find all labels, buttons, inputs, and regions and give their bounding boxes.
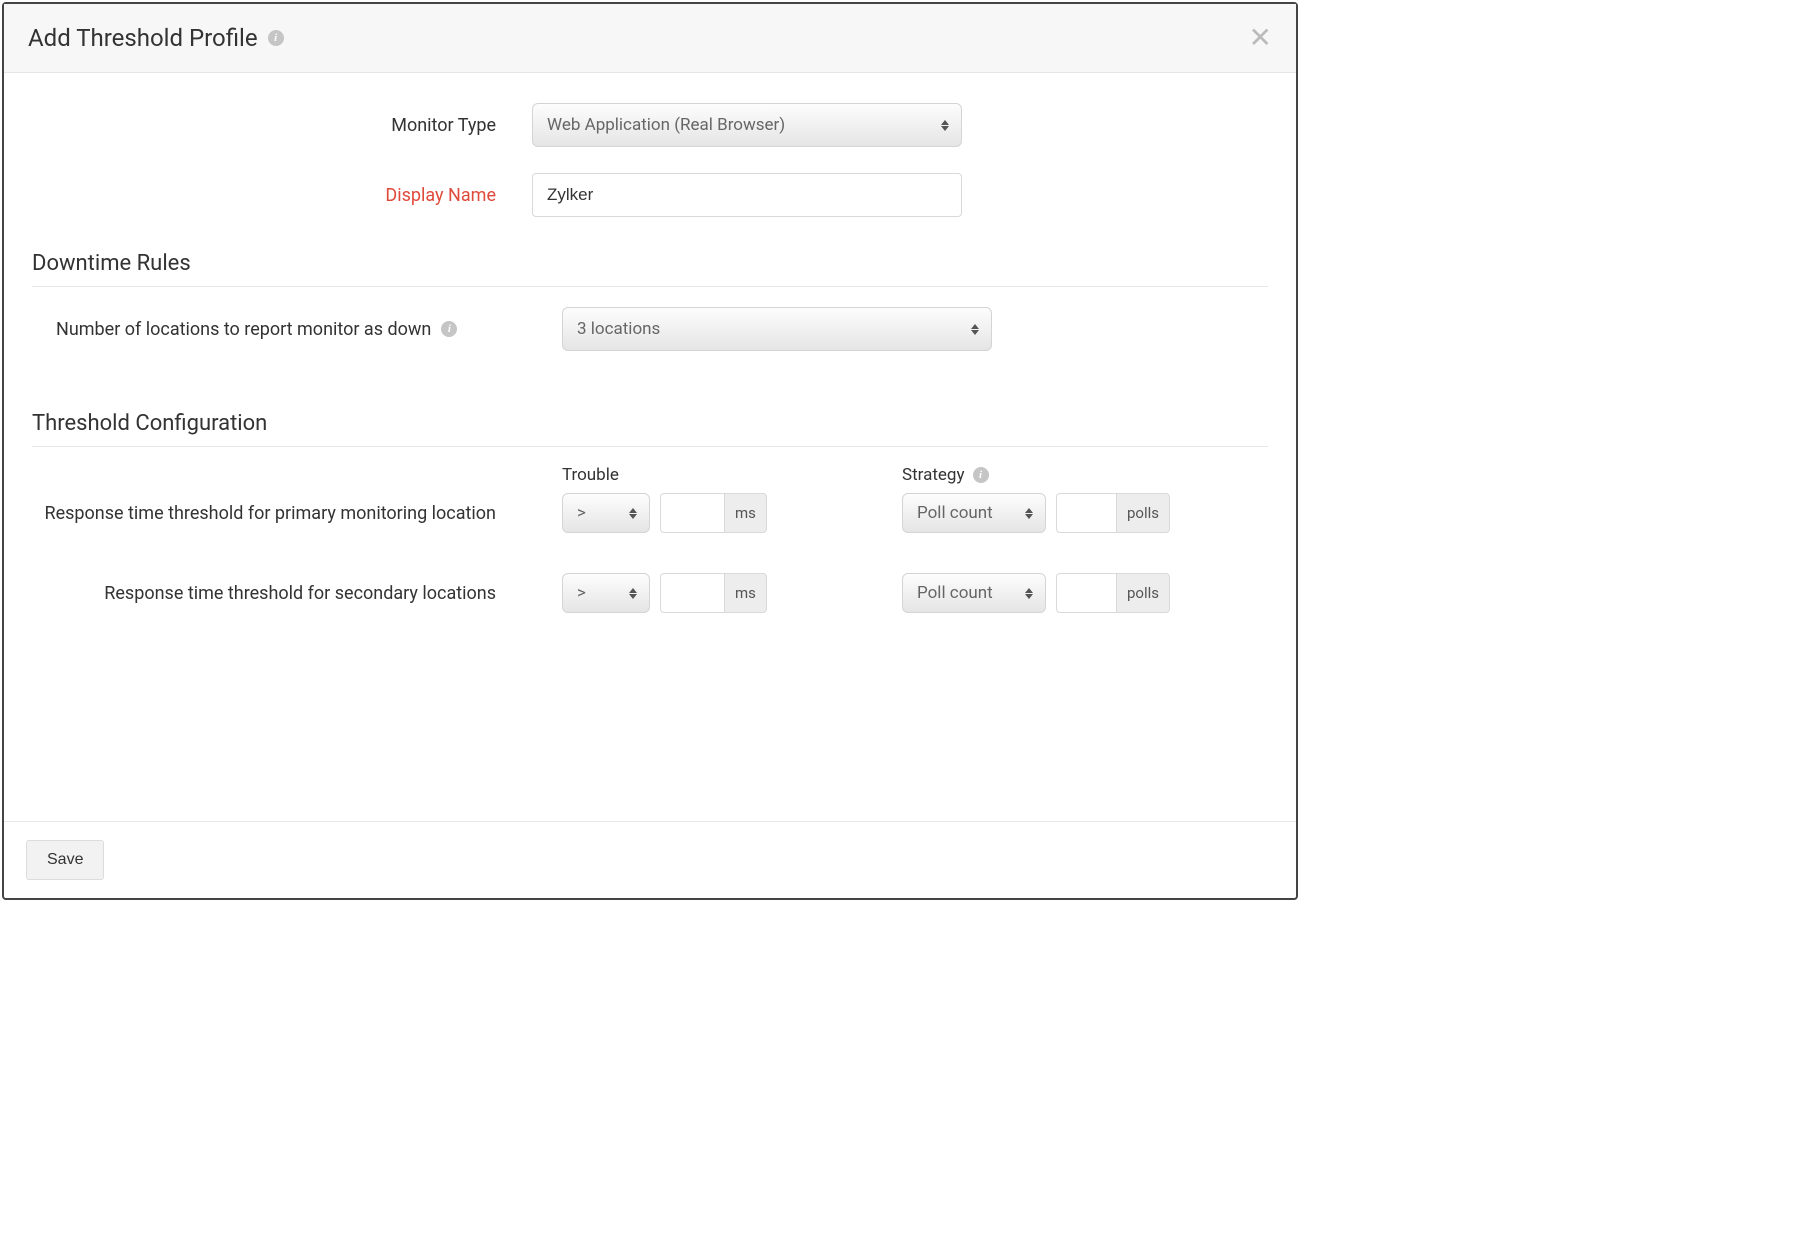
primary-threshold-row: Response time threshold for primary moni… <box>32 493 1268 533</box>
primary-ms-combo: ms <box>660 493 767 533</box>
locations-select[interactable]: 3 locations <box>562 307 992 351</box>
secondary-threshold-row: Response time threshold for secondary lo… <box>32 573 1268 613</box>
threshold-config-heading: Threshold Configuration <box>32 411 1268 447</box>
secondary-operator-value: > <box>577 583 586 603</box>
modal-header: Add Threshold Profile i ✕ <box>4 4 1296 73</box>
polls-unit: polls <box>1116 493 1170 533</box>
chevron-updown-icon <box>971 324 979 335</box>
secondary-ms-input[interactable] <box>660 573 724 613</box>
secondary-threshold-label: Response time threshold for secondary lo… <box>32 573 532 607</box>
chevron-updown-icon <box>1025 508 1033 519</box>
primary-polls-combo: polls <box>1056 493 1170 533</box>
monitor-type-label: Monitor Type <box>32 115 532 136</box>
ms-unit: ms <box>724 573 767 613</box>
polls-unit: polls <box>1116 573 1170 613</box>
display-name-row: Display Name <box>32 173 1268 217</box>
monitor-type-control: Web Application (Real Browser) <box>532 103 1268 147</box>
title-text: Add Threshold Profile <box>28 24 258 52</box>
info-icon[interactable]: i <box>268 30 284 46</box>
modal-footer: Save <box>4 821 1296 898</box>
chevron-updown-icon <box>629 588 637 599</box>
primary-operator-value: > <box>577 503 586 523</box>
trouble-column-header: Trouble <box>562 465 902 485</box>
spacer <box>32 465 562 485</box>
secondary-trouble-group: > ms <box>562 573 902 613</box>
add-threshold-modal: Add Threshold Profile i ✕ Monitor Type W… <box>2 2 1298 900</box>
chevron-updown-icon <box>941 120 949 131</box>
monitor-type-value: Web Application (Real Browser) <box>547 115 785 135</box>
locations-value: 3 locations <box>577 319 660 339</box>
secondary-operator-select[interactable]: > <box>562 573 650 613</box>
strategy-column-header: Strategy i <box>902 465 989 485</box>
save-button[interactable]: Save <box>26 840 104 880</box>
strategy-header-text: Strategy <box>902 465 965 485</box>
primary-trouble-group: > ms <box>562 493 902 533</box>
secondary-strategy-value: Poll count <box>917 583 993 603</box>
trouble-header-text: Trouble <box>562 465 619 485</box>
locations-label-text: Number of locations to report monitor as… <box>56 319 431 340</box>
display-name-input[interactable] <box>532 173 962 217</box>
page-title: Add Threshold Profile i <box>28 24 284 52</box>
primary-threshold-label: Response time threshold for primary moni… <box>32 493 532 527</box>
chevron-updown-icon <box>629 508 637 519</box>
info-icon[interactable]: i <box>973 467 989 483</box>
ms-unit: ms <box>724 493 767 533</box>
secondary-ms-combo: ms <box>660 573 767 613</box>
secondary-strategy-select[interactable]: Poll count <box>902 573 1046 613</box>
primary-strategy-value: Poll count <box>917 503 993 523</box>
primary-strategy-select[interactable]: Poll count <box>902 493 1046 533</box>
locations-control: 3 locations <box>562 307 1268 351</box>
primary-operator-select[interactable]: > <box>562 493 650 533</box>
secondary-strategy-group: Poll count polls <box>902 573 1170 613</box>
monitor-type-select[interactable]: Web Application (Real Browser) <box>532 103 962 147</box>
locations-label: Number of locations to report monitor as… <box>32 319 532 340</box>
monitor-type-row: Monitor Type Web Application (Real Brows… <box>32 103 1268 147</box>
primary-strategy-group: Poll count polls <box>902 493 1170 533</box>
primary-ms-input[interactable] <box>660 493 724 533</box>
downtime-rules-heading: Downtime Rules <box>32 251 1268 287</box>
display-name-label: Display Name <box>32 185 532 206</box>
threshold-header: Trouble Strategy i <box>32 465 1268 485</box>
locations-row: Number of locations to report monitor as… <box>32 307 1268 351</box>
secondary-polls-combo: polls <box>1056 573 1170 613</box>
display-name-control <box>532 173 1268 217</box>
primary-polls-input[interactable] <box>1056 493 1116 533</box>
secondary-polls-input[interactable] <box>1056 573 1116 613</box>
chevron-updown-icon <box>1025 588 1033 599</box>
modal-body: Monitor Type Web Application (Real Brows… <box>4 73 1296 821</box>
info-icon[interactable]: i <box>441 321 457 337</box>
close-icon[interactable]: ✕ <box>1249 24 1272 52</box>
